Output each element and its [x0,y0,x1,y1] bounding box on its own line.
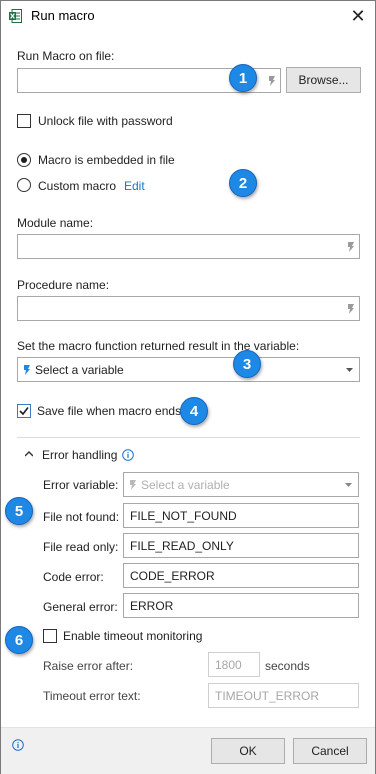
code-error-label: Code error: [43,570,104,584]
variable-pin-icon [24,365,30,375]
seconds-label: seconds [265,659,310,673]
close-icon: ✕ [350,5,366,26]
close-button[interactable]: ✕ [341,1,375,31]
file-not-found-label: File not found: [43,510,120,524]
custom-macro-radio[interactable] [17,178,31,192]
timeout-checkbox[interactable] [43,629,57,643]
callout-badge-4: 4 [180,397,208,425]
edit-custom-macro-link[interactable]: Edit [124,179,145,193]
help-info-icon[interactable] [12,739,24,751]
file-read-only-label: File read only: [43,540,119,554]
raise-after-label: Raise error after: [43,659,134,673]
embedded-macro-radio[interactable] [17,153,31,167]
variable-pin-icon[interactable] [347,241,355,253]
callout-badge-5: 5 [5,497,33,525]
browse-button[interactable]: Browse... [286,67,361,93]
result-variable-label: Set the macro function returned result i… [17,339,300,353]
timeout-text-label: Timeout error text: [43,689,141,703]
cancel-button[interactable]: Cancel [293,738,367,764]
chevron-up-icon[interactable] [25,451,33,457]
run-macro-dialog: Run macro ✕ Run Macro on file: Browse...… [0,0,376,774]
file-read-only-value: FILE_READ_ONLY [130,539,234,553]
raise-after-input[interactable]: 1800 [208,652,260,677]
save-file-label: Save file when macro ends [37,404,182,418]
general-error-label: General error: [43,600,118,614]
raise-after-value: 1800 [215,658,242,672]
info-icon[interactable] [122,449,134,461]
error-variable-placeholder: Select a variable [141,478,230,492]
file-not-found-value: FILE_NOT_FOUND [130,509,237,523]
timeout-text-value: TIMEOUT_ERROR [215,689,320,703]
unlock-checkbox[interactable] [17,114,31,128]
variable-pin-icon[interactable] [347,303,355,315]
timeout-text-input[interactable]: TIMEOUT_ERROR [208,683,359,708]
dialog-footer: OK Cancel [1,727,375,774]
callout-badge-1: 1 [229,64,257,92]
unlock-label: Unlock file with password [38,114,173,128]
result-variable-select[interactable]: Select a variable [17,357,360,382]
variable-pin-icon [130,480,136,490]
procedure-name-input[interactable] [17,296,360,321]
embedded-macro-label: Macro is embedded in file [38,153,175,167]
custom-macro-label: Custom macro [38,179,117,193]
chevron-down-icon [346,368,353,372]
code-error-input[interactable]: CODE_ERROR [123,563,359,588]
result-variable-placeholder: Select a variable [35,363,124,377]
window-title: Run macro [31,8,95,23]
module-name-label: Module name: [17,216,94,230]
callout-badge-2: 2 [229,169,257,197]
callout-badge-3: 3 [233,350,261,378]
general-error-value: ERROR [130,599,174,613]
chevron-down-icon [345,483,352,487]
checkmark-icon [19,407,29,416]
ok-button[interactable]: OK [211,738,285,764]
file-not-found-input[interactable]: FILE_NOT_FOUND [123,503,359,528]
error-variable-label: Error variable: [43,478,119,492]
save-file-checkbox[interactable] [17,404,31,418]
section-divider [17,437,360,438]
procedure-name-label: Procedure name: [17,278,110,292]
excel-icon [9,9,22,23]
module-name-input[interactable] [17,234,360,259]
variable-pin-icon[interactable] [268,75,276,87]
file-label: Run Macro on file: [17,49,115,63]
general-error-input[interactable]: ERROR [123,593,359,618]
error-variable-select[interactable]: Select a variable [123,472,359,497]
file-read-only-input[interactable]: FILE_READ_ONLY [123,533,359,558]
timeout-label: Enable timeout monitoring [63,629,203,643]
code-error-value: CODE_ERROR [130,569,215,583]
error-handling-header[interactable]: Error handling [42,448,117,462]
title-bar: Run macro ✕ [1,1,375,31]
callout-badge-6: 6 [5,626,33,654]
